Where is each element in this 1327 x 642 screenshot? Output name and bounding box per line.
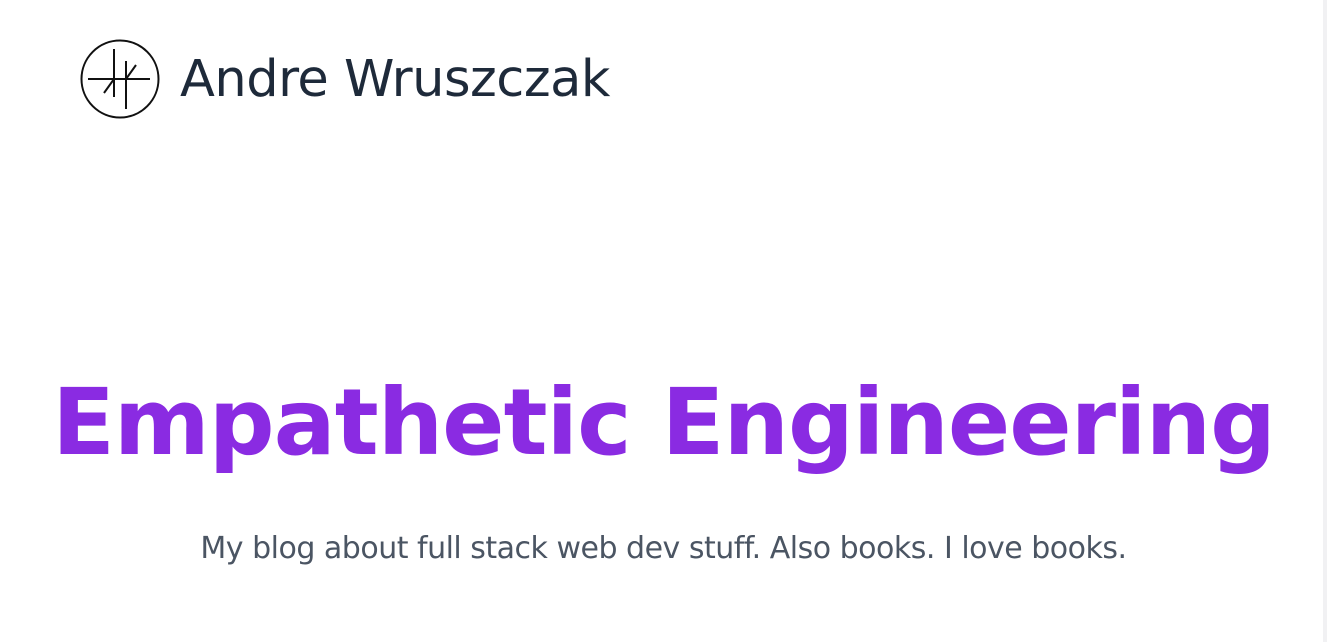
site-home-link[interactable]: Andre Wruszczak [80, 38, 610, 120]
hero-section: Empathetic Engineering My blog about ful… [0, 372, 1327, 566]
site-name: Andre Wruszczak [180, 49, 610, 109]
page-subtitle: My blog about full stack web dev stuff. … [200, 531, 1127, 567]
page-title: Empathetic Engineering [52, 369, 1276, 476]
scrollbar[interactable] [1323, 0, 1327, 642]
monogram-logo-icon [80, 39, 160, 119]
